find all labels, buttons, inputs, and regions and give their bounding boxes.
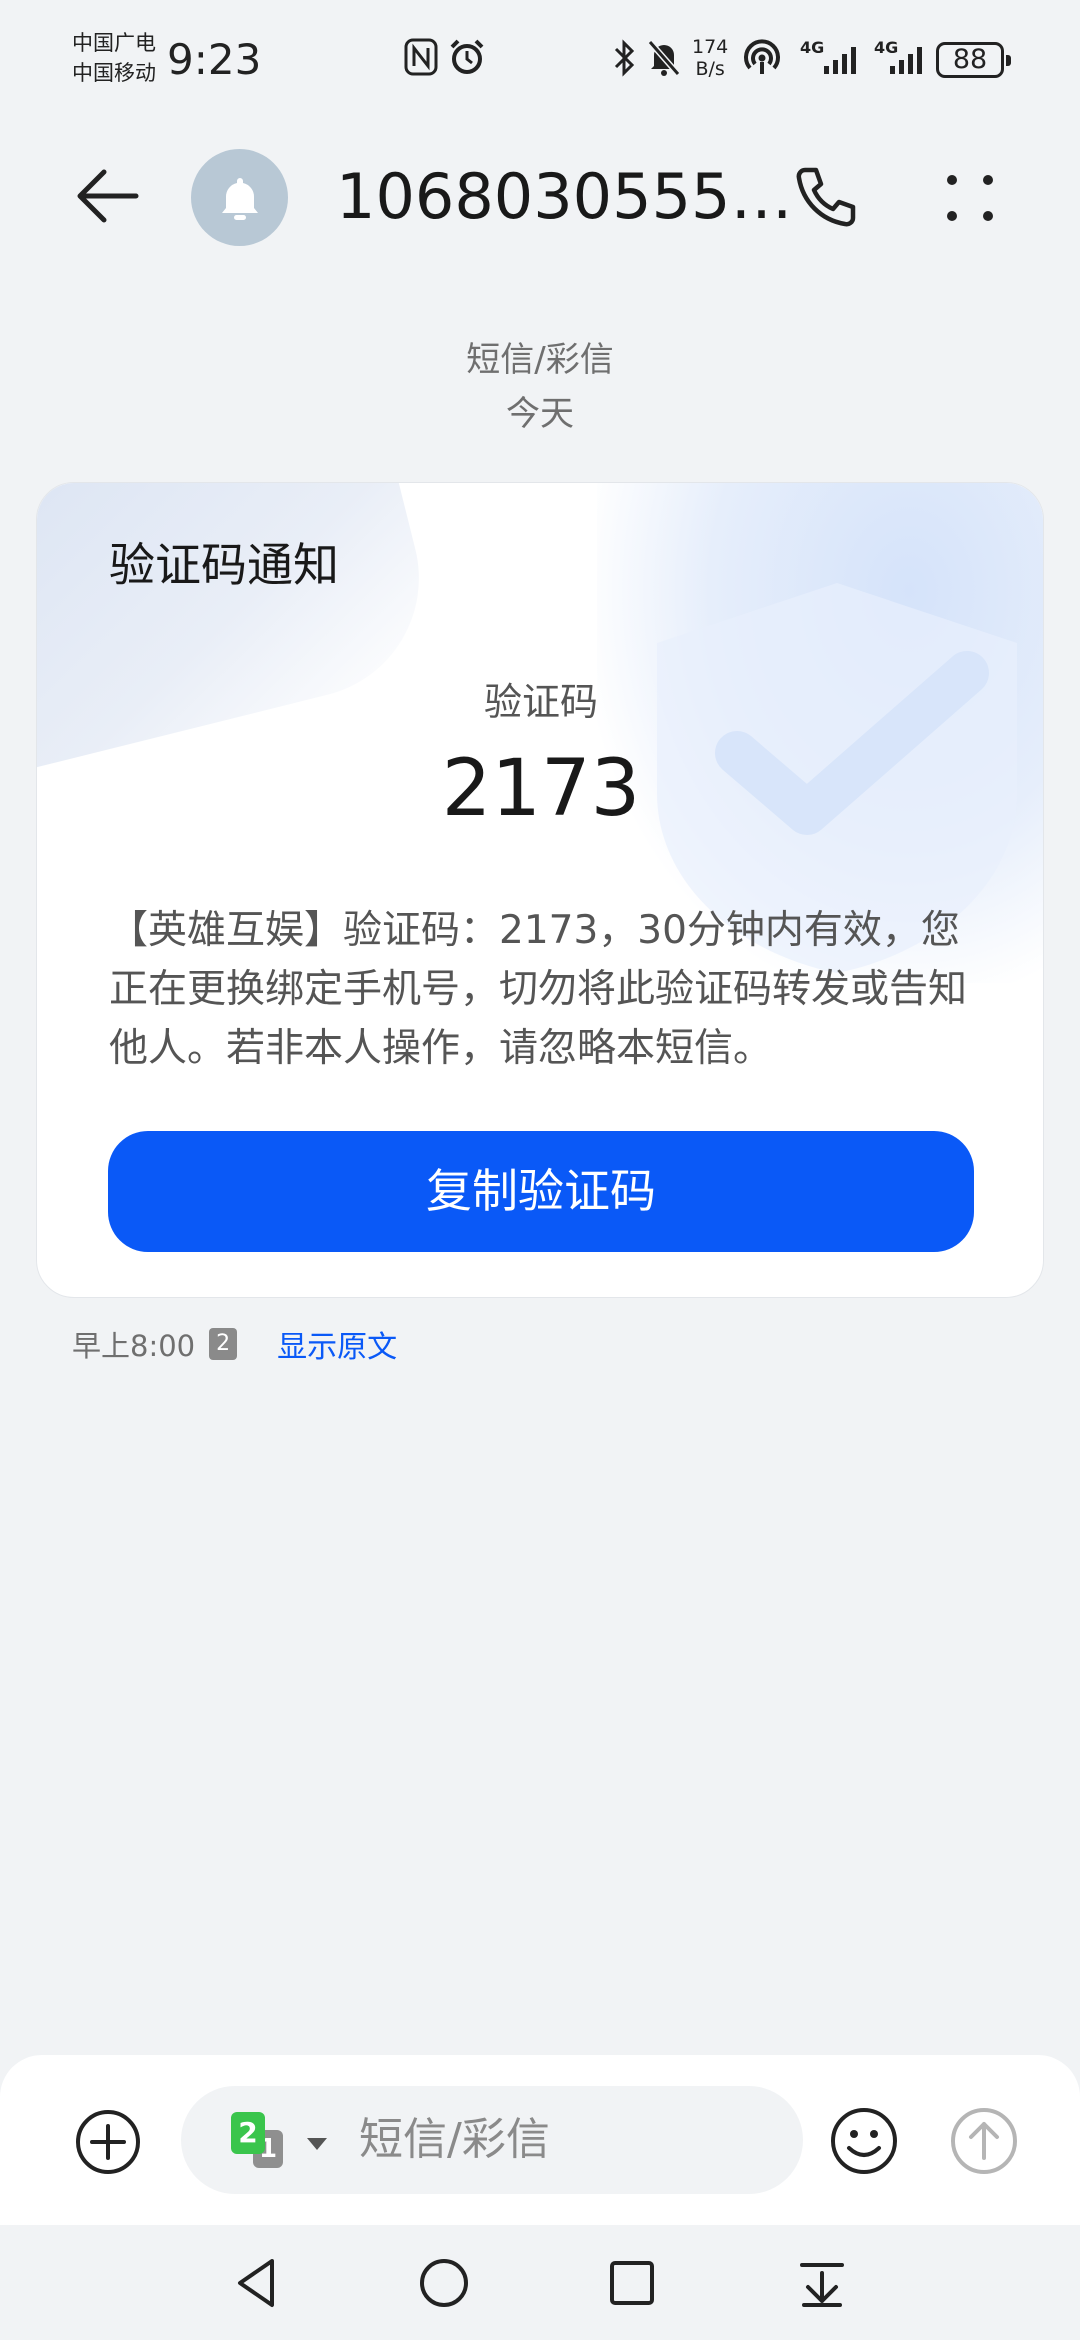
nfc-icon xyxy=(404,38,438,76)
system-nav-bar xyxy=(0,2225,1080,2340)
card-title: 验证码通知 xyxy=(109,538,339,592)
composer-bar: 1 2 xyxy=(0,2055,1080,2225)
conversation-header: 1068030555… xyxy=(0,130,1080,265)
show-original-link[interactable]: 显示原文 xyxy=(277,1322,397,1366)
avatar[interactable] xyxy=(191,149,288,246)
hotspot-icon xyxy=(744,39,780,74)
back-arrow-icon[interactable] xyxy=(70,160,142,232)
thread-date: 今天 xyxy=(506,394,574,434)
net-speed-unit: B/s xyxy=(695,58,725,80)
carrier-2: 中国移动 xyxy=(72,61,156,85)
nav-recents-icon[interactable] xyxy=(604,2255,660,2311)
sim1-network-type: 4G xyxy=(800,38,825,57)
contact-number: 1068030555… xyxy=(336,160,793,233)
thread-category: 短信/彩信 xyxy=(466,340,614,380)
net-speed: 174 B/s xyxy=(692,36,728,80)
signal-icon xyxy=(890,47,922,74)
message-meta: 早上8:00 2 显示原文 xyxy=(72,1322,397,1366)
bell-icon xyxy=(221,177,258,220)
status-bar: 中国广电 中国移动 9:23 174 B/s 4G 4G 88 xyxy=(0,0,1080,120)
carrier-1: 中国广电 xyxy=(72,31,156,55)
message-body: 【英雄互娱】验证码：2173，30分钟内有效，您正在更换绑定手机号，切勿将此验证… xyxy=(109,908,968,1071)
phone-icon[interactable] xyxy=(791,162,861,232)
message-input-container[interactable]: 1 2 xyxy=(181,2086,803,2194)
code-label: 验证码 xyxy=(483,680,598,724)
verification-code[interactable]: 2173 xyxy=(37,739,1043,839)
mute-icon xyxy=(647,40,681,76)
message-time: 早上8:00 xyxy=(72,1329,196,1363)
verification-code-card: 验证码通知 验证码 2173 【英雄互娱】验证码：2173，30分钟内有效，您正… xyxy=(36,482,1044,1298)
message-input[interactable] xyxy=(359,2086,759,2194)
battery-indicator: 88 xyxy=(936,42,1011,78)
send-icon[interactable] xyxy=(949,2106,1019,2176)
nav-back-icon[interactable] xyxy=(228,2255,284,2311)
nav-home-icon[interactable] xyxy=(416,2255,472,2311)
sim-selector[interactable]: 1 2 xyxy=(231,2112,311,2172)
carrier-info: 中国广电 中国移动 xyxy=(72,28,156,88)
bluetooth-icon xyxy=(614,39,635,77)
signal-icon xyxy=(824,47,856,74)
chevron-down-icon[interactable] xyxy=(307,2138,327,2150)
card-decoration xyxy=(37,483,445,773)
more-options-icon[interactable] xyxy=(940,168,1000,228)
alarm-icon xyxy=(450,39,484,74)
sim-primary-icon: 2 xyxy=(231,2112,265,2154)
sim-slot-badge: 2 xyxy=(209,1328,238,1360)
add-attachment-icon[interactable] xyxy=(74,2108,142,2176)
emoji-icon[interactable] xyxy=(829,2106,899,2176)
nav-notifications-icon[interactable] xyxy=(794,2255,850,2311)
copy-code-button[interactable]: 复制验证码 xyxy=(108,1131,974,1252)
status-time: 9:23 xyxy=(167,35,262,84)
net-speed-value: 174 xyxy=(692,36,729,58)
